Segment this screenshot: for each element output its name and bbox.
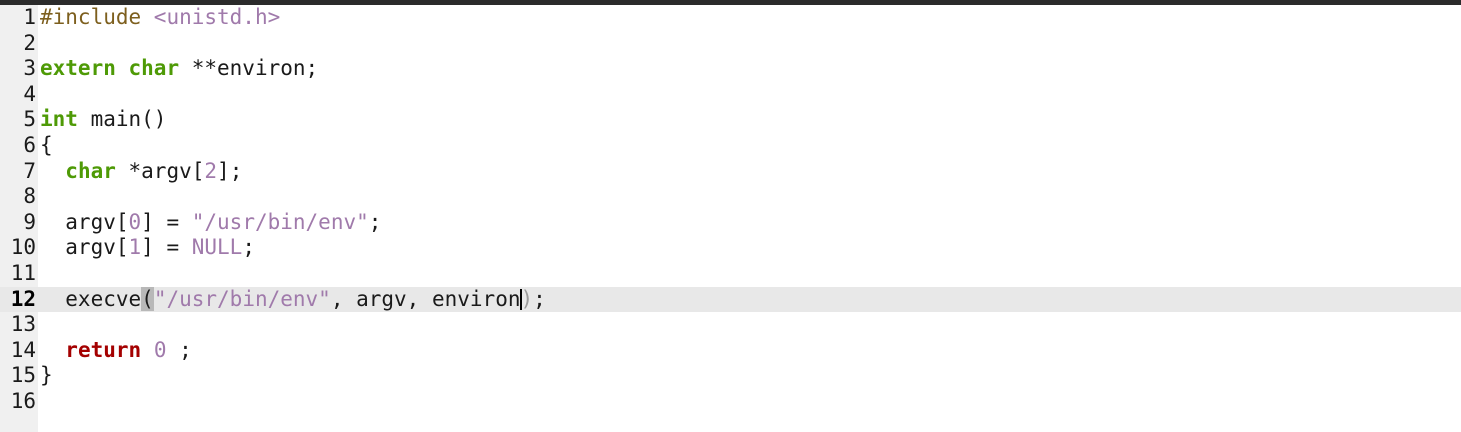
code-line[interactable]: 5 int main(): [0, 107, 1461, 133]
keyword-token: int: [40, 107, 78, 132]
line-number: 7: [23, 158, 36, 183]
string-token: "/usr/bin/env": [191, 209, 369, 234]
code-text: execve: [40, 286, 142, 311]
line-number: 11: [10, 260, 36, 285]
string-token: "/usr/bin/env": [153, 286, 331, 311]
number-token: 2: [204, 158, 218, 183]
return-keyword-token: return: [65, 337, 142, 362]
line-number: 1: [23, 5, 36, 29]
code-line[interactable]: 13: [0, 312, 1461, 338]
code-text: ] =: [141, 235, 192, 260]
code-line[interactable]: 8: [0, 184, 1461, 210]
code-line[interactable]: 16: [0, 389, 1461, 415]
line-number: 3: [23, 56, 36, 81]
line-number: 10: [10, 235, 36, 260]
number-token: 1: [128, 235, 142, 260]
number-token: 0: [153, 337, 167, 362]
code-text-content[interactable]: char *argv[2];: [40, 159, 242, 185]
code-text-content[interactable]: extern char **environ;: [40, 56, 318, 82]
code-text: ] =: [141, 209, 192, 234]
code-line[interactable]: 9 argv[0] = "/usr/bin/env";: [0, 210, 1461, 236]
code-line[interactable]: 15}: [0, 363, 1461, 389]
code-text: , argv, environ: [330, 286, 521, 311]
line-number: 5: [23, 107, 36, 132]
line-number: 13: [10, 312, 36, 337]
code-text: ;: [533, 286, 546, 311]
line-number: 6: [23, 132, 36, 157]
code-lines[interactable]: 1 #include <unistd.h> 2 3 extern char **envi…: [0, 5, 1461, 415]
code-text-content[interactable]: #include <unistd.h>: [40, 5, 280, 31]
code-line[interactable]: 10 argv[1] = NULL;: [0, 235, 1461, 261]
code-line[interactable]: 7 char *argv[2];: [0, 159, 1461, 185]
code-text: {: [40, 132, 53, 157]
code-text-content[interactable]: return 0 ;: [40, 337, 192, 364]
code-text: *argv[: [115, 158, 205, 183]
keyword-token: char: [128, 56, 180, 81]
matched-paren-open: (: [141, 286, 154, 311]
keyword-token: char: [65, 158, 116, 183]
code-text: argv[: [40, 235, 129, 260]
constant-token: NULL: [191, 235, 243, 260]
line-number: 15: [10, 363, 36, 388]
code-text: main(): [77, 107, 167, 132]
line-number: 8: [23, 184, 36, 209]
code-line[interactable]: 12 execve("/usr/bin/env", argv, environ)…: [0, 286, 1461, 313]
code-line[interactable]: 6{: [0, 133, 1461, 159]
code-text-content[interactable]: }: [40, 363, 53, 389]
code-text: ;: [166, 337, 192, 362]
line-number: 14: [10, 337, 36, 362]
code-text: }: [40, 363, 53, 388]
line-number: 9: [23, 209, 36, 234]
line-number: 2: [23, 30, 36, 55]
code-line[interactable]: 14 return 0 ;: [0, 338, 1461, 364]
include-path-token: <unistd.h>: [153, 5, 281, 29]
code-text-content[interactable]: argv[1] = NULL;: [40, 235, 255, 261]
code-line[interactable]: 11: [0, 261, 1461, 287]
code-text-content[interactable]: execve("/usr/bin/env", argv, environ);: [40, 286, 546, 313]
code-text: ;: [368, 209, 382, 234]
code-text-content[interactable]: int main(): [40, 107, 166, 133]
code-text-content[interactable]: argv[0] = "/usr/bin/env";: [40, 210, 381, 236]
line-number: 4: [23, 81, 36, 106]
code-line[interactable]: 2: [0, 31, 1461, 57]
code-editor-window[interactable]: 1 #include <unistd.h> 2 3 extern char **envi…: [0, 0, 1461, 432]
code-line[interactable]: 1 #include <unistd.h>: [0, 5, 1461, 31]
line-number: 12: [10, 286, 36, 311]
code-text: **environ;: [179, 56, 319, 81]
line-number: 16: [10, 388, 36, 413]
number-token: 0: [128, 209, 142, 234]
code-line[interactable]: 4: [0, 82, 1461, 108]
preprocessor-token: #include: [40, 5, 154, 29]
code-text-content[interactable]: {: [40, 133, 53, 159]
code-text: argv[: [40, 209, 129, 234]
keyword-token: extern: [40, 56, 116, 81]
code-text: ;: [242, 235, 255, 260]
code-text: ];: [217, 158, 243, 183]
matched-paren-close: ): [520, 286, 534, 311]
code-line[interactable]: 3 extern char **environ;: [0, 56, 1461, 82]
